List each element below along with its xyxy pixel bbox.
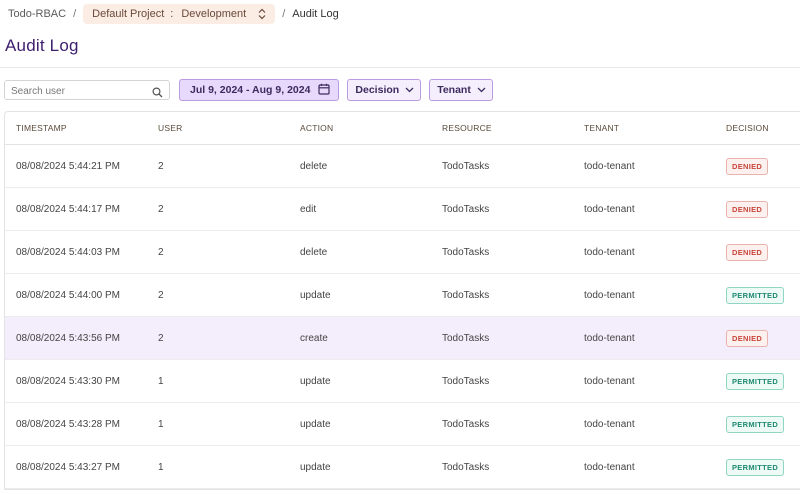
tenant-cell: todo-tenant (584, 375, 635, 387)
breadcrumb-separator: / (282, 8, 286, 20)
decision-badge: PERMITTED (726, 286, 785, 304)
user-cell: 2 (158, 246, 164, 258)
decision-badge: PERMITTED (726, 415, 785, 433)
column-header-decision[interactable]: DECISION (726, 123, 769, 133)
table-row[interactable]: 08/08/2024 5:43:27 PM 1 update TodoTasks tod… (5, 446, 800, 489)
decision-badge: PERMITTED (726, 372, 785, 390)
decision-cell: PERMITTED (726, 415, 785, 433)
decision-cell: PERMITTED (726, 286, 785, 304)
timestamp-cell: 08/08/2024 5:43:56 PM (16, 332, 120, 344)
column-header-timestamp[interactable]: TIMESTAMP (16, 123, 158, 133)
resource-cell: TodoTasks (442, 203, 490, 215)
action-cell: update (300, 289, 331, 301)
chevron-up-down-icon (258, 8, 266, 20)
decision-badge: PERMITTED (726, 458, 785, 476)
chevron-down-icon (405, 84, 414, 96)
table-row[interactable]: 08/08/2024 5:43:30 PM 1 update TodoTasks tod… (5, 360, 800, 403)
timestamp-cell: 08/08/2024 5:44:17 PM (16, 203, 120, 215)
breadcrumb-current: Audit Log (292, 8, 339, 20)
timestamp-cell: 08/08/2024 5:43:28 PM (16, 418, 120, 430)
decision-cell: DENIED (726, 200, 769, 218)
audit-log-table: TIMESTAMP USER ACTION RESOURCE TENANT DE… (4, 111, 800, 490)
user-cell: 1 (158, 418, 164, 430)
tenant-cell: todo-tenant (584, 203, 635, 215)
date-range-picker[interactable]: Jul 9, 2024 - Aug 9, 2024 (179, 79, 340, 101)
decision-cell: PERMITTED (726, 372, 785, 390)
table-header: TIMESTAMP USER ACTION RESOURCE TENANT DE… (5, 112, 800, 145)
table-row[interactable]: 08/08/2024 5:44:21 PM 2 delete TodoTasks tod… (5, 145, 800, 188)
search-box (4, 80, 170, 103)
tenant-cell: todo-tenant (584, 418, 635, 430)
tenant-cell: todo-tenant (584, 461, 635, 473)
action-cell: delete (300, 160, 328, 172)
action-cell: create (300, 332, 328, 344)
resource-cell: TodoTasks (442, 332, 490, 344)
user-cell: 2 (158, 160, 164, 172)
decision-badge: DENIED (726, 157, 769, 175)
filter-bar: Jul 9, 2024 - Aug 9, 2024 Decision Tenan… (4, 79, 493, 101)
tenant-cell: todo-tenant (584, 332, 635, 344)
timestamp-cell: 08/08/2024 5:44:00 PM (16, 289, 120, 301)
project-name: Default Project (92, 8, 165, 20)
column-header-action[interactable]: ACTION (300, 123, 442, 133)
date-range-label: Jul 9, 2024 - Aug 9, 2024 (190, 84, 311, 96)
column-header-resource[interactable]: RESOURCE (442, 123, 584, 133)
tenant-filter-label: Tenant (437, 84, 471, 96)
user-cell: 1 (158, 461, 164, 473)
table-row[interactable]: 08/08/2024 5:43:56 PM 2 create TodoTasks tod… (5, 317, 800, 360)
table-body: 08/08/2024 5:44:21 PM 2 delete TodoTasks tod… (5, 145, 800, 489)
resource-cell: TodoTasks (442, 461, 490, 473)
decision-cell: PERMITTED (726, 458, 785, 476)
title-divider (0, 67, 800, 68)
decision-cell: DENIED (726, 329, 769, 347)
table-row[interactable]: 08/08/2024 5:43:28 PM 1 update TodoTasks tod… (5, 403, 800, 446)
resource-cell: TodoTasks (442, 246, 490, 258)
user-cell: 2 (158, 332, 164, 344)
tenant-filter-dropdown[interactable]: Tenant (429, 79, 493, 101)
action-cell: update (300, 418, 331, 430)
action-cell: edit (300, 203, 317, 215)
decision-filter-label: Decision (355, 84, 400, 96)
tenant-cell: todo-tenant (584, 289, 635, 301)
tenant-cell: todo-tenant (584, 160, 635, 172)
environment-name: Development (181, 8, 247, 20)
calendar-icon (318, 83, 331, 98)
timestamp-cell: 08/08/2024 5:43:27 PM (16, 461, 120, 473)
timestamp-cell: 08/08/2024 5:44:21 PM (16, 160, 120, 172)
decision-badge: DENIED (726, 200, 769, 218)
user-cell: 2 (158, 203, 164, 215)
action-cell: delete (300, 246, 328, 258)
decision-badge: DENIED (726, 329, 769, 347)
decision-filter-dropdown[interactable]: Decision (347, 79, 422, 101)
tenant-cell: todo-tenant (584, 246, 635, 258)
project-env-separator: : (170, 8, 174, 20)
table-row[interactable]: 08/08/2024 5:44:00 PM 2 update TodoTasks tod… (5, 274, 800, 317)
decision-cell: DENIED (726, 157, 769, 175)
resource-cell: TodoTasks (442, 418, 490, 430)
timestamp-cell: 08/08/2024 5:44:03 PM (16, 246, 120, 258)
decision-badge: DENIED (726, 243, 769, 261)
page-title: Audit Log (5, 36, 79, 55)
project-environment-selector[interactable]: Default Project : Development (83, 4, 276, 24)
timestamp-cell: 08/08/2024 5:43:30 PM (16, 375, 120, 387)
user-cell: 1 (158, 375, 164, 387)
table-row[interactable]: 08/08/2024 5:44:17 PM 2 edit TodoTasks todo-… (5, 188, 800, 231)
resource-cell: TodoTasks (442, 289, 490, 301)
user-cell: 2 (158, 289, 164, 301)
decision-cell: DENIED (726, 243, 769, 261)
breadcrumb-separator: / (73, 8, 77, 20)
resource-cell: TodoTasks (442, 375, 490, 387)
breadcrumb-root-link[interactable]: Todo-RBAC (8, 8, 66, 20)
action-cell: update (300, 375, 331, 387)
resource-cell: TodoTasks (442, 160, 490, 172)
column-header-tenant[interactable]: TENANT (584, 123, 726, 133)
chevron-down-icon (477, 84, 486, 96)
search-icon[interactable] (152, 85, 163, 103)
search-input[interactable] (5, 82, 151, 101)
breadcrumb: Todo-RBAC / Default Project : Developmen… (8, 3, 339, 25)
action-cell: update (300, 461, 331, 473)
table-row[interactable]: 08/08/2024 5:44:03 PM 2 delete TodoTasks tod… (5, 231, 800, 274)
column-header-user[interactable]: USER (158, 123, 300, 133)
